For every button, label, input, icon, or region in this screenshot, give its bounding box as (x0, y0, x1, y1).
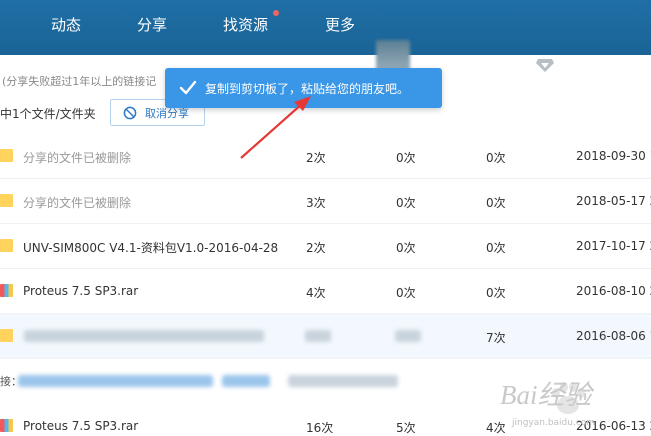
folder-icon (0, 194, 13, 207)
checkmark-icon (179, 80, 197, 95)
nav-item-dynamics[interactable]: 动态 (51, 14, 81, 35)
download-count: 7次 (486, 331, 506, 345)
download-count: 0次 (486, 286, 506, 300)
share-date: 2017-10-17 2 (576, 239, 651, 253)
table-row[interactable]: UNV-SIM800C V4.1-资料包V1.0-2016-04-28 2次 0… (0, 224, 651, 269)
rar-file-icon (0, 284, 13, 297)
view-count: 4次 (306, 286, 326, 300)
blurred-password (288, 375, 398, 387)
folder-icon (0, 329, 13, 342)
copy-success-toast: 复制到剪切板了，粘贴给您的朋友吧。 (165, 68, 442, 108)
watermark-url: jingyan.baidu.com (512, 418, 596, 428)
view-count: 2次 (306, 151, 326, 165)
file-name[interactable]: Proteus 7.5 SP3.rar (23, 284, 138, 298)
download-count: 0次 (486, 196, 506, 210)
view-count: 3次 (306, 196, 326, 210)
share-date: 2016-08-10 2 (576, 284, 651, 298)
share-date: 2018-05-17 2 (576, 194, 651, 208)
share-date: 2016-08-06 1 (576, 329, 651, 343)
save-count: 0次 (396, 241, 416, 255)
blurred-share-link (18, 375, 213, 387)
table-row[interactable]: 分享的文件已被删除 2次 0次 0次 2018-09-30 1 (0, 134, 651, 179)
blurred-value (395, 330, 421, 342)
folder-icon (0, 149, 13, 162)
blurred-file-name (24, 330, 264, 342)
view-count: 16次 (306, 421, 334, 435)
folder-icon (0, 239, 13, 252)
nav-item-share[interactable]: 分享 (137, 14, 167, 35)
download-count: 0次 (486, 241, 506, 255)
toast-message: 复制到剪切板了，粘贴给您的朋友吧。 (205, 81, 410, 96)
table-row[interactable]: Proteus 7.5 SP3.rar 4次 0次 0次 2016-08-10 … (0, 269, 651, 314)
notification-dot (273, 10, 279, 16)
blurred-copy-button (222, 375, 270, 387)
table-row-selected[interactable]: 7次 2016-08-06 1 (0, 314, 651, 359)
file-name[interactable]: UNV-SIM800C V4.1-资料包V1.0-2016-04-28 (23, 239, 278, 256)
file-name[interactable]: 分享的文件已被删除 (23, 149, 131, 166)
share-date: 2018-09-30 1 (576, 149, 651, 163)
blurred-value (305, 330, 331, 342)
table-row[interactable]: 分享的文件已被删除 3次 0次 0次 2018-05-17 2 (0, 179, 651, 224)
diamond-icon[interactable] (536, 58, 554, 72)
top-nav: 动态 分享 找资源 更多 (0, 0, 651, 55)
save-count: 0次 (396, 286, 416, 300)
nav-item-more[interactable]: 更多 (325, 14, 355, 35)
rar-file-icon (0, 419, 13, 432)
file-name[interactable]: Proteus 7.5 SP3.rar (23, 419, 138, 433)
nav-item-find-resources[interactable]: 找资源 (223, 14, 268, 35)
download-count: 0次 (486, 151, 506, 165)
share-failure-notice: (分享失败超过1年以上的链接记 (2, 75, 157, 88)
forbidden-icon (123, 106, 137, 119)
file-name[interactable]: 分享的文件已被删除 (23, 194, 131, 211)
save-count: 0次 (396, 196, 416, 210)
watermark-text: Bai经验 (500, 380, 592, 410)
selection-count: 中1个文件/文件夹 (0, 107, 96, 121)
view-count: 2次 (306, 241, 326, 255)
save-count: 0次 (396, 151, 416, 165)
save-count: 5次 (396, 421, 416, 435)
